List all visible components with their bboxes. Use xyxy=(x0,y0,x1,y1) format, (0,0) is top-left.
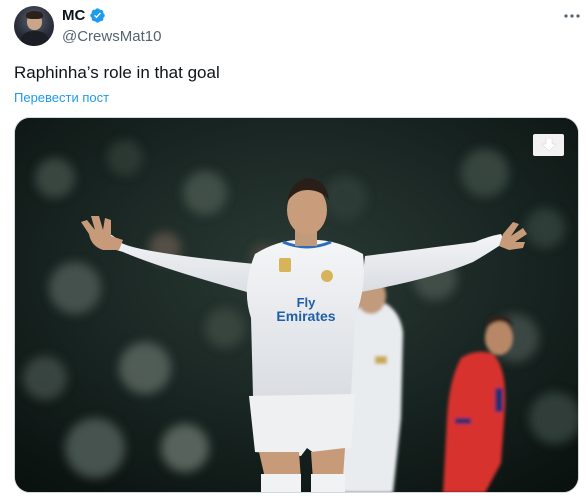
more-dots-glyph xyxy=(564,14,580,18)
tweet-text: Raphinha’s role in that goal xyxy=(14,63,220,82)
author-avatar[interactable] xyxy=(14,6,54,46)
avatar-torso xyxy=(21,31,48,46)
avatar-hair xyxy=(26,11,43,19)
download-icon[interactable] xyxy=(533,134,564,156)
author-display-name[interactable]: MC xyxy=(62,7,85,24)
tweet-media-photo[interactable]: Fly Emirates xyxy=(14,117,579,493)
author-name-row: MC xyxy=(62,7,106,24)
photo-illustration: Fly Emirates xyxy=(15,118,578,492)
svg-text:Emirates: Emirates xyxy=(276,308,335,324)
more-options-icon[interactable] xyxy=(560,6,584,26)
download-arrow-glyph xyxy=(540,138,557,152)
translate-post-link[interactable]: Перевести пост xyxy=(14,90,109,105)
verified-badge-icon xyxy=(90,8,106,23)
author-handle[interactable]: @CrewsMat10 xyxy=(62,28,161,45)
